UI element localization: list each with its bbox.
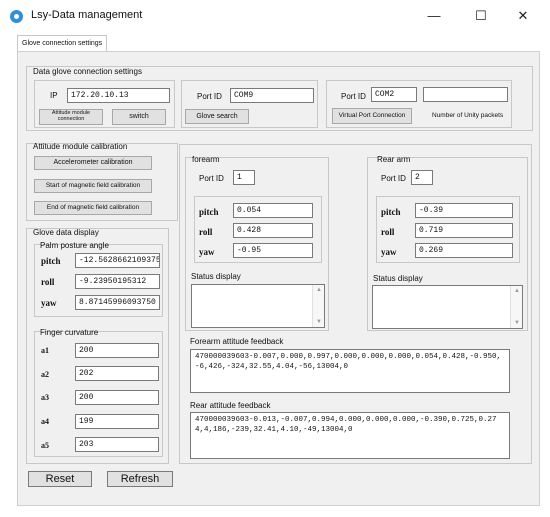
- forearm-pitch-field[interactable]: 0.054: [233, 203, 313, 218]
- glove-display-title: Glove data display: [33, 228, 99, 237]
- attitude-connection-button[interactable]: Attitude module connection: [39, 109, 103, 125]
- unity-packets-label: Number of Unity packets: [432, 112, 504, 119]
- finger-a2-field[interactable]: 202: [75, 366, 159, 381]
- palm-yaw-label: yaw: [41, 298, 57, 308]
- finger-a2-label: a2: [41, 370, 49, 379]
- minimize-icon[interactable]: —: [420, 6, 448, 26]
- rear-arm-title: Rear arm: [377, 155, 411, 164]
- end-magnetic-calibration-button[interactable]: End of magnetic field calibration: [34, 201, 152, 215]
- forearm-port-label: Port ID: [199, 174, 224, 183]
- ip-label: IP: [50, 91, 58, 100]
- forearm-status-box[interactable]: ▲ ▼: [191, 284, 325, 328]
- connection-group-title: Data glove connection settings: [33, 67, 142, 76]
- calibration-group-title: Attitude module calibration: [33, 142, 128, 151]
- forearm-status-label: Status display: [191, 272, 241, 281]
- finger-title: Finger curvature: [40, 328, 99, 337]
- refresh-button[interactable]: Refresh: [107, 471, 173, 487]
- forearm-feedback-label: Forearm attitude feedback: [190, 337, 284, 346]
- scroll-up-icon[interactable]: ▲: [313, 287, 325, 293]
- finger-a1-field[interactable]: 200: [75, 343, 159, 358]
- rear-arm-yaw-label: yaw: [381, 247, 397, 257]
- tab-glove-connection-settings[interactable]: Glove connection settings: [17, 35, 108, 52]
- glove-search-button[interactable]: Glove search: [185, 109, 249, 124]
- forearm-feedback-text[interactable]: 470000039603-0.007,0.000,0.997,0.000,0.0…: [190, 349, 510, 393]
- forearm-roll-field[interactable]: 0.428: [233, 223, 313, 238]
- finger-a4-label: a4: [41, 417, 49, 426]
- switch-button[interactable]: switch: [112, 109, 166, 125]
- unity-packets-input[interactable]: [423, 87, 508, 102]
- start-magnetic-calibration-button[interactable]: Start of magnetic field calibration: [34, 179, 152, 193]
- reset-button[interactable]: Reset: [28, 471, 92, 487]
- rear-arm-pitch-label: pitch: [381, 207, 401, 217]
- rear-arm-status-label: Status display: [373, 274, 423, 283]
- rear-arm-roll-field[interactable]: 0.719: [415, 223, 513, 238]
- rear-feedback-text[interactable]: 470000039603-0.013,-0.007,0.994,0.000,0.…: [190, 412, 510, 459]
- app-icon: [10, 10, 23, 23]
- forearm-yaw-label: yaw: [199, 247, 215, 257]
- close-icon[interactable]: ✕: [509, 6, 537, 26]
- finger-a5-field[interactable]: 203: [75, 437, 159, 452]
- ip-input[interactable]: 172.20.10.13: [67, 88, 170, 103]
- palm-roll-label: roll: [41, 277, 55, 287]
- forearm-port-input[interactable]: 1: [233, 170, 255, 185]
- palm-pitch-field[interactable]: -12.5628662109375: [75, 253, 160, 268]
- finger-a3-label: a3: [41, 393, 49, 402]
- port2-label: Port ID: [341, 92, 366, 101]
- rear-arm-status-box[interactable]: ▲ ▼: [372, 285, 523, 329]
- rear-arm-roll-label: roll: [381, 227, 395, 237]
- forearm-pitch-label: pitch: [199, 207, 219, 217]
- rear-arm-pitch-field[interactable]: -0.39: [415, 203, 513, 218]
- virtual-port-connection-button[interactable]: Virtual Port Connection: [332, 108, 412, 124]
- scroll-up-icon[interactable]: ▲: [511, 288, 523, 294]
- maximize-icon[interactable]: ☐: [467, 6, 495, 26]
- palm-pitch-label: pitch: [41, 256, 61, 266]
- scroll-down-icon[interactable]: ▼: [313, 319, 325, 325]
- accelerometer-calibration-button[interactable]: Accelerometer calibration: [34, 156, 152, 170]
- forearm-yaw-field[interactable]: -0.95: [233, 243, 313, 258]
- port-label: Port ID: [197, 92, 222, 101]
- rear-arm-port-label: Port ID: [381, 174, 406, 183]
- rear-feedback-label: Rear attitude feedback: [190, 401, 271, 410]
- finger-a1-label: a1: [41, 346, 49, 355]
- forearm-status-scrollbar[interactable]: ▲ ▼: [312, 285, 324, 327]
- forearm-roll-label: roll: [199, 227, 213, 237]
- palm-yaw-field[interactable]: 8.87145996093750: [75, 295, 160, 310]
- port2-input[interactable]: COM2: [371, 87, 417, 102]
- port-input[interactable]: COM9: [230, 88, 314, 103]
- palm-title: Palm posture angle: [40, 241, 109, 250]
- rear-arm-status-scrollbar[interactable]: ▲ ▼: [510, 286, 522, 328]
- forearm-title: forearm: [192, 155, 220, 164]
- rear-arm-port-input[interactable]: 2: [411, 170, 433, 185]
- finger-a3-field[interactable]: 200: [75, 390, 159, 405]
- finger-a5-label: a5: [41, 441, 49, 450]
- rear-arm-yaw-field[interactable]: 0.269: [415, 243, 513, 258]
- window-title: Lsy-Data management: [31, 9, 143, 21]
- finger-a4-field[interactable]: 199: [75, 414, 159, 429]
- scroll-down-icon[interactable]: ▼: [511, 320, 523, 326]
- palm-roll-field[interactable]: -9.23950195312: [75, 274, 160, 289]
